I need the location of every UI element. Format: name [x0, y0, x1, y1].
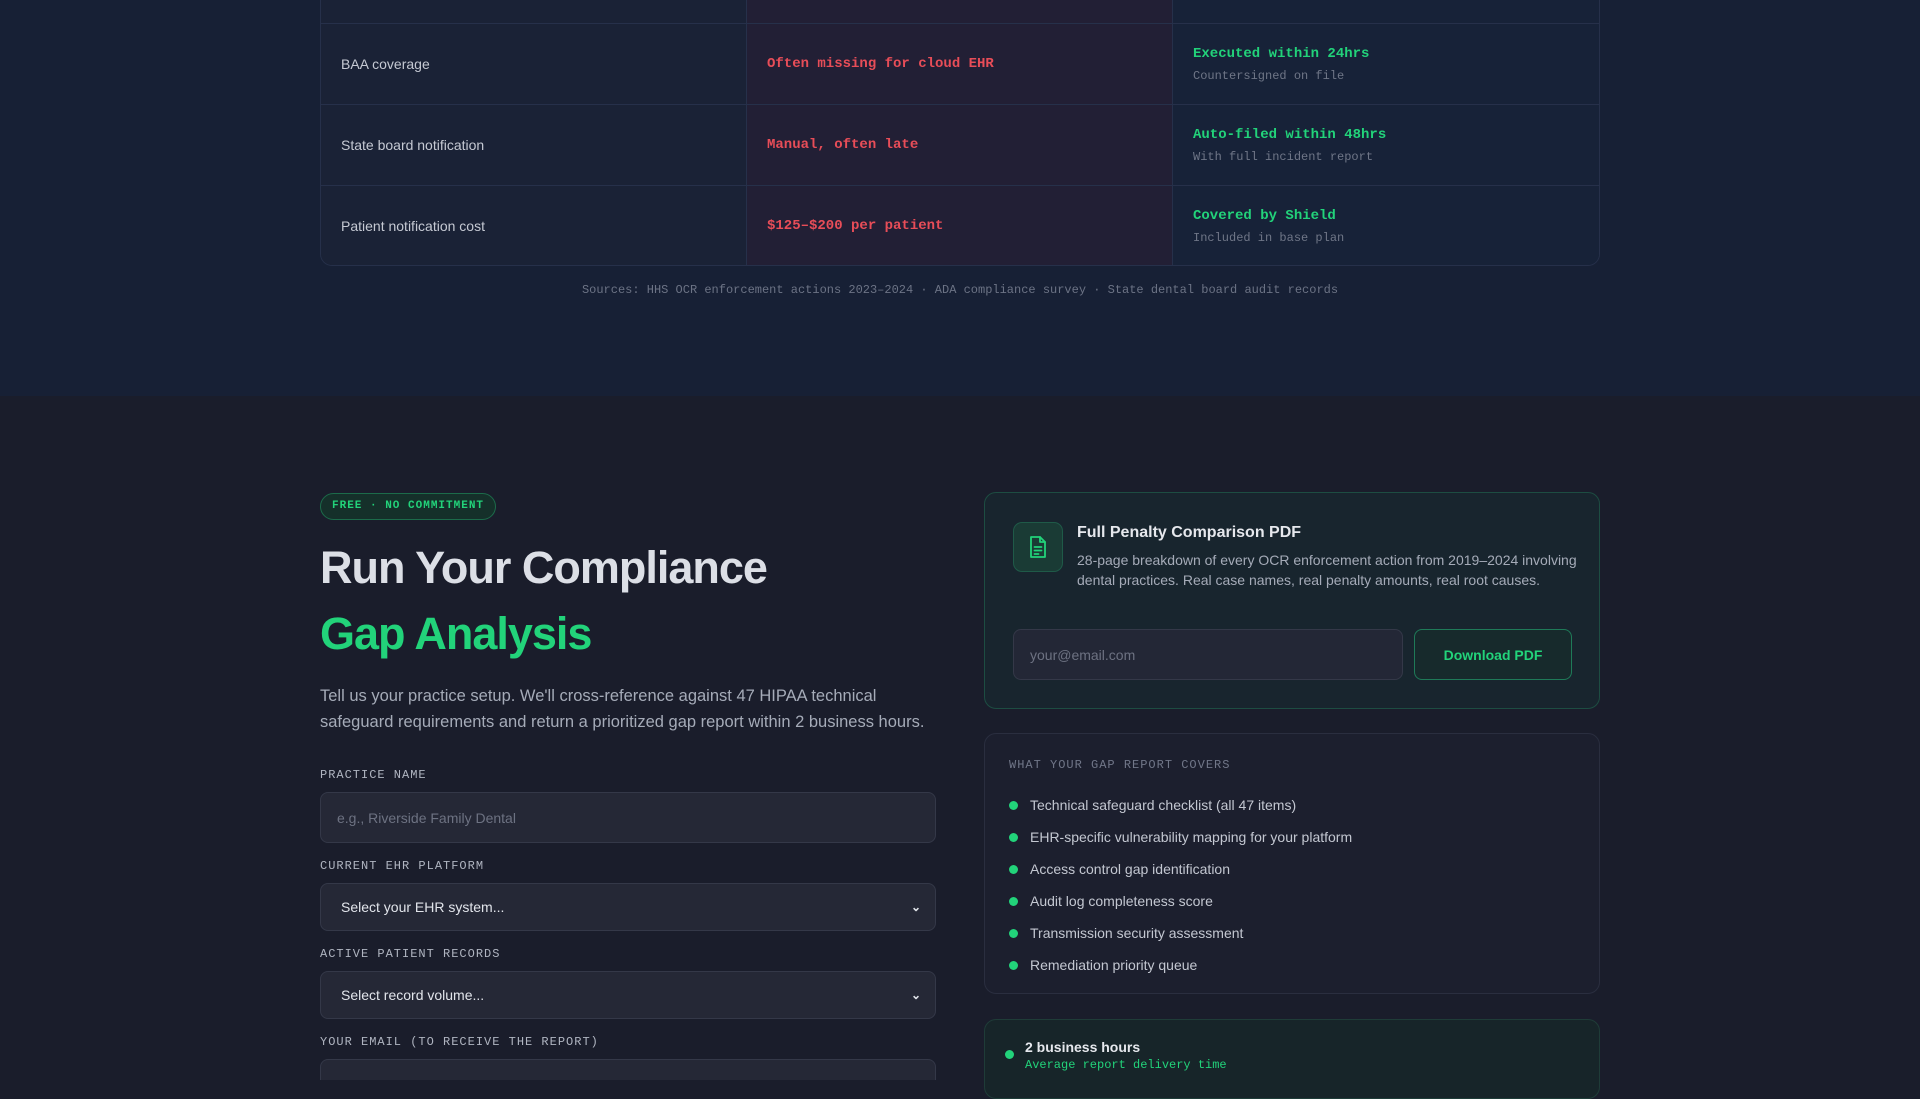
table-row: State board notification Manual, often l…: [321, 104, 1599, 185]
status-dot-icon: [1005, 1050, 1014, 1059]
with-value: [1173, 0, 1599, 23]
sources-note: Sources: HHS OCR enforcement actions 202…: [581, 283, 1339, 297]
table-row: Patient notification cost $125–$200 per …: [321, 185, 1599, 265]
pdf-email-input[interactable]: your@email.com: [1013, 629, 1403, 680]
covers-title: WHAT YOUR GAP REPORT COVERS: [1009, 758, 1231, 772]
list-item-label: Access control gap identification: [1030, 861, 1230, 877]
bullet-dot-icon: [1009, 864, 1018, 874]
covers-list: Technical safeguard checklist (all 47 it…: [1009, 789, 1352, 981]
list-item-label: EHR-specific vulnerability mapping for y…: [1030, 829, 1353, 845]
table-row: [321, 0, 1599, 23]
page-title: Run Your Compliance: [320, 542, 768, 593]
free-badge: FREE · NO COMMITMENT: [320, 493, 497, 520]
with-value-note: Countersigned on file: [1193, 68, 1345, 83]
chevron-down-icon: ⌄: [910, 988, 921, 1002]
list-item-label: Audit log completeness score: [1030, 893, 1213, 909]
comparison-section: BAA coverage Often missing for cloud EHR…: [0, 0, 1920, 396]
bullet-dot-icon: [1009, 960, 1018, 970]
bullet-dot-icon: [1009, 800, 1018, 810]
ehr-platform-label: CURRENT EHR PLATFORM: [320, 859, 485, 873]
comparison-table: BAA coverage Often missing for cloud EHR…: [320, 0, 1600, 266]
with-value-note: With full incident report: [1193, 149, 1374, 164]
pdf-title: Full Penalty Comparison PDF: [1077, 524, 1302, 541]
ehr-platform-select[interactable]: Select your EHR system... ⌄: [320, 883, 936, 931]
document-icon: [1013, 522, 1063, 572]
without-value: Manual, often late: [747, 105, 1173, 185]
page-title-highlight: Gap Analysis: [320, 608, 592, 659]
chevron-down-icon: ⌄: [910, 900, 921, 914]
bullet-dot-icon: [1009, 928, 1018, 938]
patient-records-value: Select record volume...: [341, 987, 485, 1003]
email-label: YOUR EMAIL (TO RECEIVE THE REPORT): [320, 1035, 599, 1049]
bullet-dot-icon: [1009, 832, 1018, 842]
intro-text: Tell us your practice setup. We'll cross…: [320, 687, 925, 731]
practice-name-label: PRACTICE NAME: [320, 768, 427, 782]
patient-records-label: ACTIVE PATIENT RECORDS: [320, 947, 501, 961]
without-value: $125–$200 per patient: [747, 186, 1173, 265]
with-value-main: Auto-filed within 48hrs: [1193, 126, 1387, 143]
row-label: State board notification: [321, 105, 747, 185]
with-value: Executed within 24hrs Countersigned on f…: [1173, 24, 1599, 104]
report-email-input[interactable]: [320, 1059, 936, 1080]
row-label: [321, 0, 747, 23]
list-item: Technical safeguard checklist (all 47 it…: [1009, 789, 1352, 821]
list-item-label: Transmission security assessment: [1030, 925, 1244, 941]
with-value: Auto-filed within 48hrs With full incide…: [1173, 105, 1599, 185]
list-item: Remediation priority queue: [1009, 949, 1352, 981]
with-value-main: Executed within 24hrs: [1193, 45, 1370, 62]
row-label: BAA coverage: [321, 24, 747, 104]
list-item-label: Technical safeguard checklist (all 47 it…: [1030, 797, 1297, 813]
pdf-description: 28-page breakdown of every OCR enforceme…: [1077, 552, 1577, 588]
ehr-platform-value: Select your EHR system...: [341, 899, 505, 915]
list-item: Audit log completeness score: [1009, 885, 1352, 917]
without-value: [747, 0, 1173, 23]
list-item: EHR-specific vulnerability mapping for y…: [1009, 821, 1352, 853]
pdf-download-card: Full Penalty Comparison PDF 28-page brea…: [984, 492, 1600, 709]
download-pdf-button[interactable]: Download PDF: [1414, 629, 1572, 680]
with-value-note: Included in base plan: [1193, 230, 1345, 245]
delivery-time-caption: Average report delivery time: [1025, 1058, 1227, 1072]
practice-name-input[interactable]: e.g., Riverside Family Dental: [320, 792, 936, 843]
list-item: Access control gap identification: [1009, 853, 1352, 885]
with-value: Covered by Shield Included in base plan: [1173, 186, 1599, 265]
row-label: Patient notification cost: [321, 186, 747, 265]
table-row: BAA coverage Often missing for cloud EHR…: [321, 23, 1599, 104]
without-value: Often missing for cloud EHR: [747, 24, 1173, 104]
bullet-dot-icon: [1009, 896, 1018, 906]
with-value-main: Covered by Shield: [1193, 207, 1336, 224]
list-item-label: Remediation priority queue: [1030, 957, 1198, 973]
list-item: Transmission security assessment: [1009, 917, 1352, 949]
delivery-time-value: 2 business hours: [1025, 1039, 1141, 1055]
delivery-time-card: 2 business hours Average report delivery…: [984, 1019, 1600, 1099]
report-covers-card: WHAT YOUR GAP REPORT COVERS Technical sa…: [984, 733, 1600, 994]
patient-records-select[interactable]: Select record volume... ⌄: [320, 971, 936, 1019]
